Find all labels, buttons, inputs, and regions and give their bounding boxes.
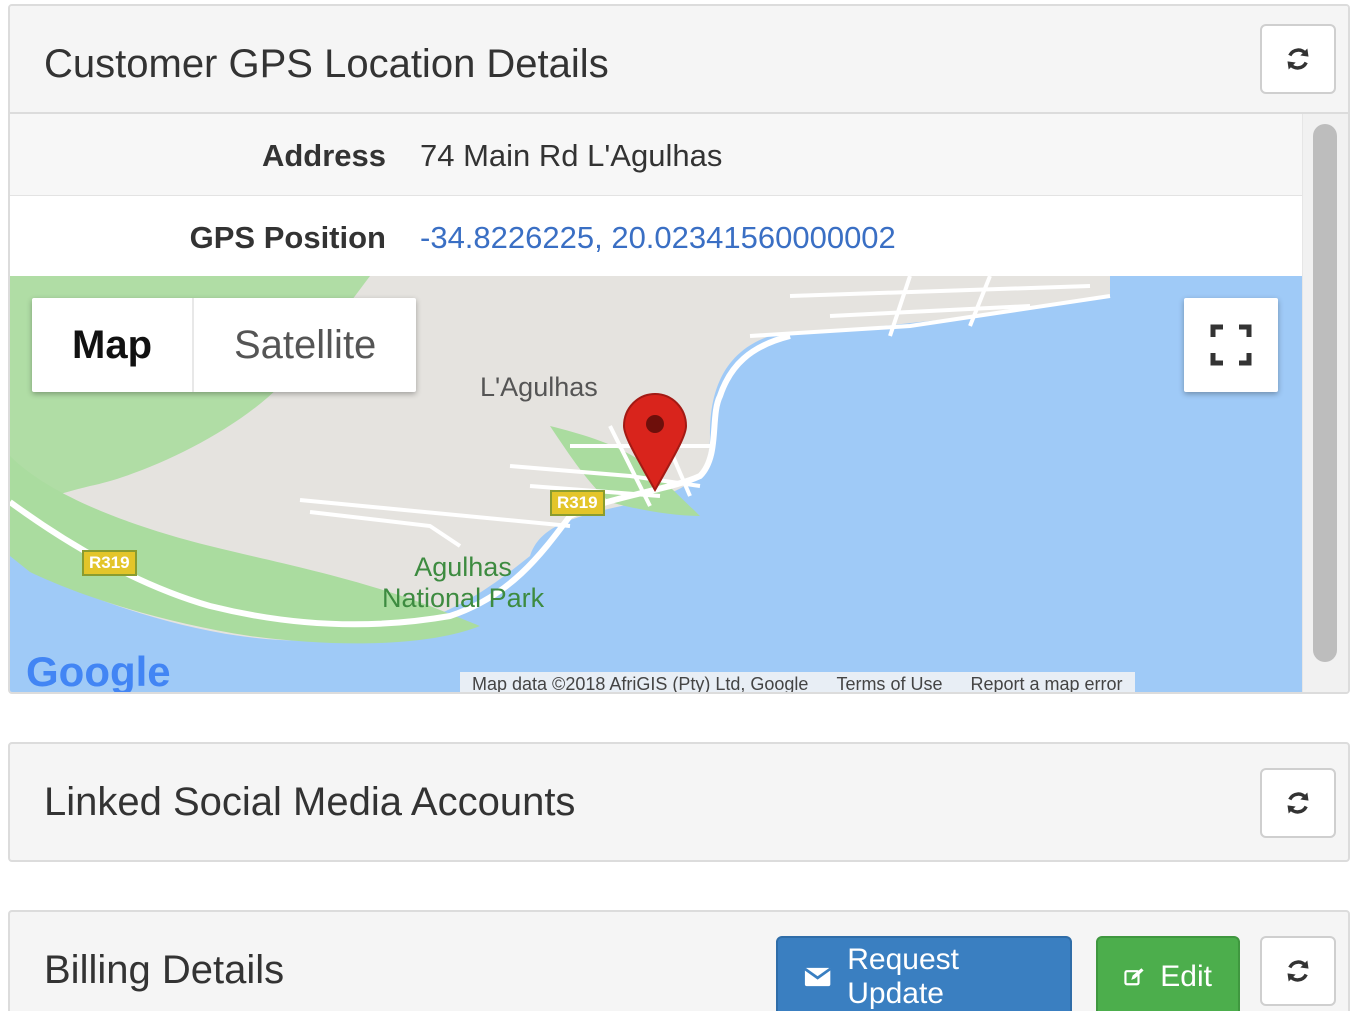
report-map-error-link[interactable]: Report a map error (970, 674, 1122, 692)
table-row: GPS Position -34.8226225, 20.02341560000… (10, 196, 1304, 276)
refresh-icon (1287, 48, 1309, 70)
map-attribution: Map data ©2018 AfriGIS (Pty) Ltd, Google… (460, 672, 1135, 692)
billing-refresh-button[interactable] (1260, 936, 1336, 1006)
gps-refresh-button[interactable] (1260, 24, 1336, 94)
map-type-satellite-button[interactable]: Satellite (194, 298, 416, 392)
park-label: Agulhas National Park (382, 552, 544, 614)
social-media-panel: Linked Social Media Accounts (8, 742, 1350, 862)
edit-button[interactable]: Edit (1096, 936, 1240, 1011)
gps-position-link[interactable]: -34.8226225, 20.02341560000002 (420, 220, 896, 256)
edit-icon (1124, 968, 1144, 986)
road-label: R319 (550, 490, 605, 516)
refresh-icon (1287, 792, 1309, 814)
panel-title: Linked Social Media Accounts (44, 780, 576, 824)
request-update-button[interactable]: Request Update (776, 936, 1072, 1011)
embedded-map[interactable]: L'Agulhas Agulhas National Park R319 R31… (10, 276, 1304, 692)
map-type-control: Map Satellite (32, 298, 417, 392)
refresh-icon (1287, 960, 1309, 982)
scrollbar-thumb[interactable] (1313, 124, 1337, 662)
billing-details-panel: Billing Details Request Update Edit (8, 910, 1350, 1011)
social-refresh-button[interactable] (1260, 768, 1336, 838)
map-type-map-button[interactable]: Map (32, 298, 194, 392)
panel-title: Billing Details (44, 948, 285, 992)
attribution-text: Map data ©2018 AfriGIS (Pty) Ltd, Google (472, 674, 809, 692)
google-logo-mark: Google (26, 648, 171, 692)
table-row: Address 74 Main Rd L'Agulhas (10, 114, 1304, 196)
park-label-line2: National Park (382, 583, 545, 613)
edit-label: Edit (1160, 960, 1212, 993)
gps-position-label: GPS Position (189, 220, 386, 255)
town-label: L'Agulhas (480, 372, 598, 402)
park-label-line1: Agulhas (414, 552, 512, 582)
fullscreen-button[interactable] (1184, 298, 1278, 392)
gps-panel-heading: Customer GPS Location Details (10, 6, 1348, 114)
request-update-label: Request Update (847, 943, 959, 1010)
gps-location-panel: Customer GPS Location Details Address 74… (8, 4, 1350, 694)
envelope-icon (804, 967, 832, 987)
address-label: Address (261, 138, 386, 173)
address-value: 74 Main Rd L'Agulhas (420, 138, 723, 173)
fullscreen-icon (1210, 324, 1252, 366)
details-scrollbar[interactable] (1302, 114, 1348, 692)
terms-of-use-link[interactable]: Terms of Use (836, 674, 942, 692)
panel-title: Customer GPS Location Details (44, 42, 609, 86)
road-label: R319 (82, 550, 137, 576)
google-logo[interactable]: Google (26, 648, 171, 692)
